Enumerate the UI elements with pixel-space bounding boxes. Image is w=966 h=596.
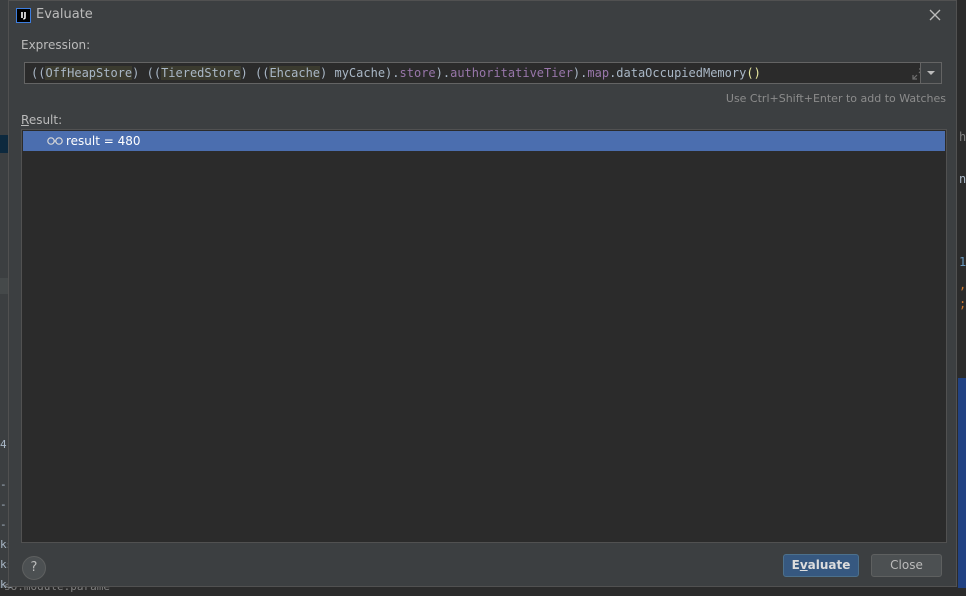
watches-hint: Use Ctrl+Shift+Enter to add to Watches [725,92,946,105]
expression-token: ). [572,66,588,80]
ide-left-selection [0,135,8,153]
ide-editor-text: h [959,130,966,144]
result-row[interactable]: result = 480 [23,131,945,151]
evaluate-dialog: IJ Evaluate Expression: ((OffHeapStore) … [8,0,957,587]
evaluate-label-post: aluate [807,558,851,572]
ide-editor-text: , [959,278,966,292]
expression-token: ). [435,66,451,80]
chevron-down-icon [927,71,935,75]
expression-token: Ehcache [269,66,321,80]
expression-label: Expression: [21,38,91,52]
expression-token: (( [31,66,46,80]
ide-editor-selection [958,378,966,596]
expression-token: OffHeapStore [45,66,133,80]
expression-token: map [587,66,610,80]
expression-token: authoritativeTier [450,66,573,80]
expression-token: ) (( [132,66,162,80]
help-button[interactable]: ? [22,556,46,580]
ide-editor-text: n [959,172,966,186]
result-label: Result: [21,113,62,127]
result-label-rest: esult: [28,113,63,127]
expression-input[interactable]: ((OffHeapStore) ((TieredStore) ((Ehcache… [24,62,924,84]
result-value-text: result = 480 [66,134,141,148]
ide-bottom-strip [0,588,966,596]
expression-token: () [746,66,761,80]
evaluate-label-pre: E [791,558,800,572]
ide-editor-text: ; [959,297,966,311]
history-dropdown-button[interactable] [920,62,942,84]
watch-glasses-icon [47,137,63,145]
close-button[interactable]: Close [871,554,942,577]
ide-editor-text: 1 [959,255,966,269]
result-tree[interactable]: result = 480 [21,129,947,543]
expression-token: ) (( [240,66,270,80]
title-bar: IJ Evaluate [9,1,956,31]
expression-token: ) myCache). [320,66,400,80]
evaluate-label-mnemonic: v [799,558,808,572]
expression-token: .dataOccupiedMemory [609,66,747,80]
intellij-app-icon: IJ [16,8,31,23]
dialog-title: Evaluate [36,7,93,22]
ide-left-selection-2 [0,278,8,294]
expression-token: store [399,66,436,80]
result-label-mnemonic: R [21,113,29,127]
evaluate-button[interactable]: Evaluate [783,554,859,577]
ide-left-text: 4 [0,438,7,451]
expression-token: TieredStore [161,66,241,80]
expression-code: ((OffHeapStore) ((TieredStore) ((Ehcache… [31,66,761,80]
close-icon[interactable] [926,6,944,24]
